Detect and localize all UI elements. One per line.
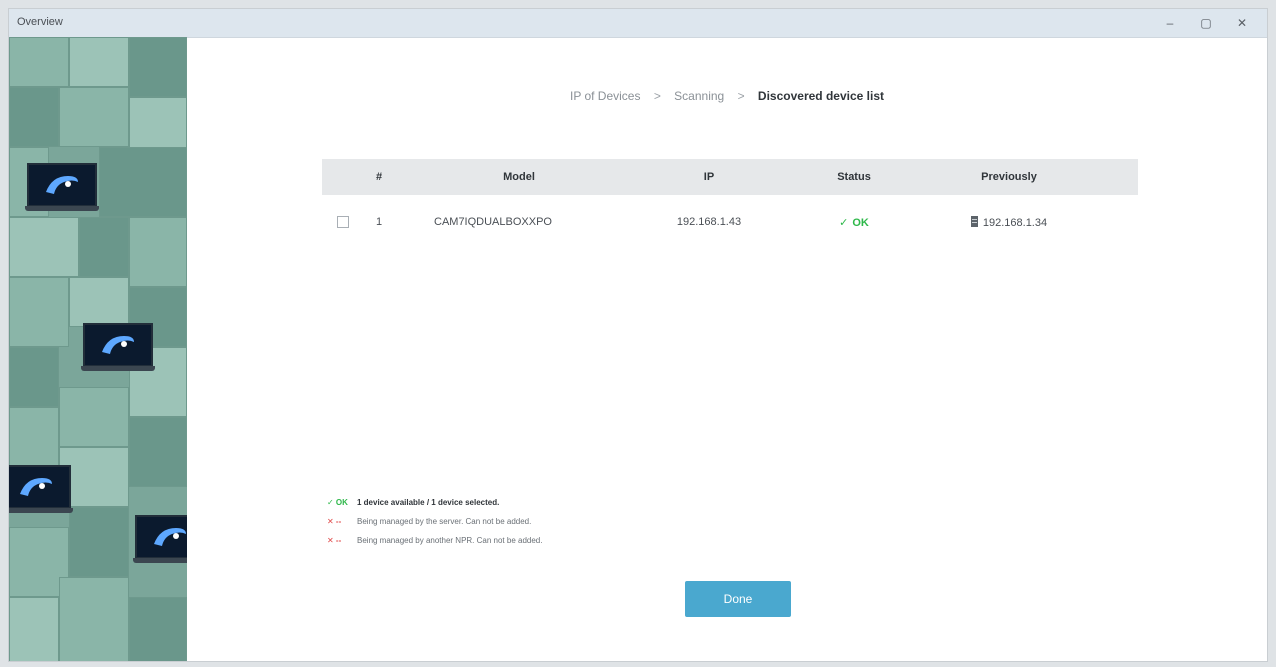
brand-logo-icon (102, 336, 134, 354)
breadcrumb-step-ip: IP of Devices (569, 89, 641, 103)
table-row[interactable]: 1 CAM7IQDUALBOXXPO 192.168.1.43 ✓ OK 192.… (322, 195, 1138, 249)
app-window: Overview – ▢ ✕ IP of Devices > Scanning … (8, 8, 1268, 662)
laptop-image (81, 323, 155, 371)
tile (129, 37, 187, 97)
tile (59, 87, 129, 147)
header-ip[interactable]: IP (644, 171, 774, 183)
tile (129, 417, 187, 487)
tile (9, 597, 59, 661)
legend-text: Being managed by another NPR. Can not be… (357, 536, 543, 545)
brand-logo-icon (46, 176, 78, 194)
tile (69, 37, 129, 87)
laptop-image (25, 163, 99, 211)
main-content: IP of Devices > Scanning > Discovered de… (187, 37, 1267, 661)
maximize-button[interactable]: ▢ (1189, 9, 1223, 37)
tile (9, 87, 59, 147)
device-table: # Model IP Status Previously 1 CAM7IQDUA… (322, 159, 1138, 249)
table-header: # Model IP Status Previously (322, 159, 1138, 195)
tile (9, 217, 79, 277)
tile (79, 217, 129, 277)
done-button[interactable]: Done (685, 581, 791, 617)
row-check-cell (322, 216, 364, 228)
legend-item: ✕ -- Being managed by the server. Can no… (327, 512, 542, 531)
row-model: CAM7IQDUALBOXXPO (434, 216, 552, 228)
breadcrumb-separator: > (653, 89, 661, 103)
tile (99, 147, 187, 217)
breadcrumb-separator: > (737, 89, 745, 103)
title-bar: Overview – ▢ ✕ (9, 9, 1267, 38)
tile (69, 507, 129, 577)
brand-logo-icon (154, 528, 186, 546)
tile (9, 277, 69, 347)
legend-text: Being managed by the server. Can not be … (357, 517, 532, 526)
decorative-side-panel (9, 37, 187, 661)
tile (129, 217, 187, 287)
breadcrumb: IP of Devices > Scanning > Discovered de… (187, 89, 1267, 103)
header-model[interactable]: Model (394, 171, 644, 183)
laptop-image (9, 465, 73, 513)
header-previously[interactable]: Previously (934, 171, 1084, 183)
breadcrumb-step-scanning: Scanning (674, 89, 725, 103)
tile (69, 277, 129, 327)
tile (9, 347, 59, 407)
row-previously-text: 192.168.1.34 (982, 216, 1048, 229)
window-title: Overview (17, 16, 63, 28)
header-number: # (375, 171, 383, 183)
legend-error-mark: ✕ -- (327, 517, 342, 526)
header-status[interactable]: Status (774, 171, 934, 183)
legend-ok-mark: ✓ OK (327, 498, 348, 507)
close-button[interactable]: ✕ (1225, 9, 1259, 37)
tile (59, 387, 129, 447)
legend: ✓ OK 1 device available / 1 device selec… (327, 493, 542, 550)
row-number: 1 (375, 216, 383, 228)
legend-error-mark: ✕ -- (327, 536, 342, 545)
tile (9, 37, 69, 87)
brand-logo-icon (20, 478, 52, 496)
tile (129, 597, 187, 661)
server-icon (970, 215, 978, 227)
row-status-text: OK (852, 216, 869, 229)
laptop-image (133, 515, 187, 563)
row-checkbox[interactable] (337, 216, 349, 228)
row-ip: 192.168.1.43 (676, 216, 742, 228)
check-icon: ✓ (839, 216, 849, 229)
legend-text: 1 device available / 1 device selected. (357, 498, 500, 507)
breadcrumb-step-current: Discovered device list (757, 89, 884, 103)
minimize-button[interactable]: – (1153, 9, 1187, 37)
tile (59, 577, 129, 661)
row-status: ✓ OK (774, 216, 934, 229)
legend-item: ✓ OK 1 device available / 1 device selec… (327, 493, 542, 512)
legend-item: ✕ -- Being managed by another NPR. Can n… (327, 531, 542, 550)
row-previously: 192.168.1.34 (934, 215, 1084, 229)
tile (9, 407, 59, 467)
